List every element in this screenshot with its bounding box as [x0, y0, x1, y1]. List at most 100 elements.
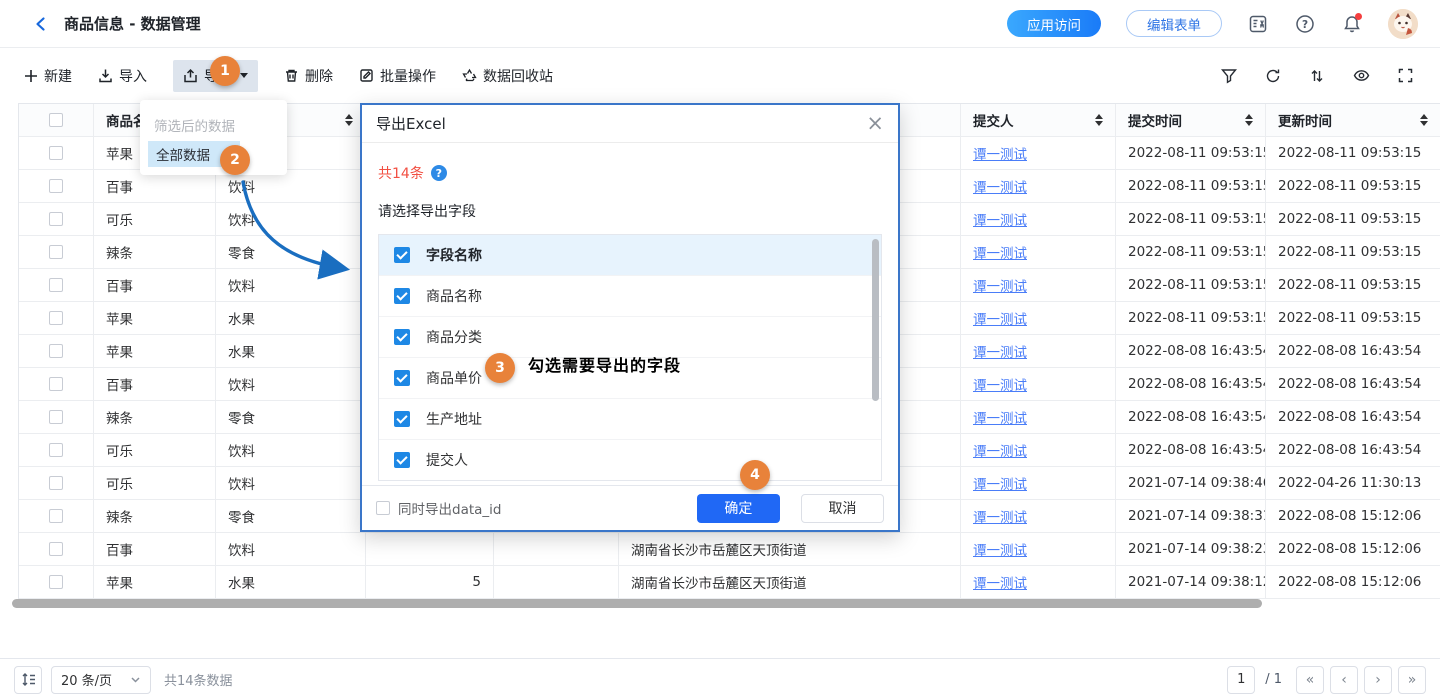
submitter-link[interactable]: 谭一测试 [973, 539, 1027, 559]
import-button[interactable]: 导入 [98, 66, 147, 86]
cancel-button[interactable]: 取消 [801, 494, 884, 523]
row-checkbox[interactable] [49, 542, 63, 556]
submitter-link[interactable]: 谭一测试 [973, 440, 1027, 460]
cell-update-time: 2022-08-08 16:43:54 [1266, 434, 1440, 467]
row-checkbox[interactable] [49, 410, 63, 424]
submitter-link[interactable]: 谭一测试 [973, 473, 1027, 493]
submitter-link[interactable]: 谭一测试 [973, 143, 1027, 163]
confirm-button[interactable]: 确定 [697, 494, 780, 523]
filter-icon[interactable] [1218, 65, 1240, 87]
cell-category: 饮料 [216, 434, 366, 467]
column-header-submitter[interactable]: 提交人 [961, 104, 1116, 137]
first-page-button[interactable]: « [1296, 666, 1324, 694]
row-checkbox[interactable] [49, 179, 63, 193]
cell-product-name: 可乐 [94, 203, 216, 236]
row-checkbox[interactable] [49, 212, 63, 226]
row-checkbox[interactable] [49, 245, 63, 259]
row-checkbox[interactable] [49, 476, 63, 490]
cell-category: 饮料 [216, 203, 366, 236]
cell-product-name: 百事 [94, 533, 216, 566]
record-count: 共14条 [378, 163, 424, 183]
app-access-button[interactable]: 应用访问 [1007, 10, 1101, 37]
export-dropdown-menu: 筛选后的数据 全部数据 [140, 100, 287, 175]
submitter-link[interactable]: 谭一测试 [973, 572, 1027, 592]
back-icon[interactable] [30, 13, 52, 35]
select-all-checkbox[interactable] [49, 113, 63, 127]
submitter-link[interactable]: 谭一测试 [973, 242, 1027, 262]
total-records-text: 共14条数据 [164, 670, 233, 689]
page-number-input[interactable]: 1 [1227, 666, 1255, 694]
export-field-row: 生产地址 [379, 399, 881, 440]
edit-form-button[interactable]: 编辑表单 [1126, 10, 1222, 37]
menu-item-filtered-data[interactable]: 筛选后的数据 [140, 108, 287, 141]
row-checkbox[interactable] [49, 509, 63, 523]
batch-actions-button[interactable]: 批量操作 [359, 66, 436, 86]
sort-updown-icon[interactable] [1420, 114, 1428, 126]
close-icon[interactable]: × [866, 113, 884, 134]
field-select-prompt: 请选择导出字段 [378, 201, 882, 221]
cell-category: 零食 [216, 500, 366, 533]
cell-submit-time: 2022-08-11 09:53:15 [1116, 269, 1266, 302]
list-scrollbar[interactable] [872, 239, 879, 401]
horizontal-scrollbar[interactable] [12, 599, 1262, 608]
fullscreen-icon[interactable] [1394, 65, 1416, 87]
submitter-link[interactable]: 谭一测试 [973, 374, 1027, 394]
avatar[interactable] [1388, 9, 1418, 39]
page-total-text: / 1 [1265, 672, 1282, 687]
visibility-eye-icon[interactable] [1350, 65, 1372, 87]
cell-category: 零食 [216, 236, 366, 269]
row-checkbox[interactable] [49, 278, 63, 292]
next-page-button[interactable]: › [1364, 666, 1392, 694]
sort-updown-icon[interactable] [345, 114, 353, 126]
field-checkbox[interactable] [394, 411, 410, 427]
field-label: 生产地址 [426, 409, 482, 429]
cell-category: 饮料 [216, 269, 366, 302]
page-size-select[interactable]: 20 条/页 [51, 666, 151, 694]
export-field-row: 字段名称 [379, 235, 881, 276]
field-checkbox[interactable] [394, 288, 410, 304]
field-checkbox[interactable] [394, 247, 410, 263]
row-checkbox[interactable] [49, 377, 63, 391]
column-header-submit-time[interactable]: 提交时间 [1116, 104, 1266, 137]
field-checkbox[interactable] [394, 452, 410, 468]
submitter-link[interactable]: 谭一测试 [973, 341, 1027, 361]
column-header-update-time[interactable]: 更新时间 [1266, 104, 1440, 137]
export-dataid-checkbox[interactable] [376, 501, 390, 515]
cell-submit-time: 2021-07-14 09:38:46 [1116, 467, 1266, 500]
submitter-link[interactable]: 谭一测试 [973, 308, 1027, 328]
submitter-link[interactable]: 谭一测试 [973, 275, 1027, 295]
field-checkbox[interactable] [394, 329, 410, 345]
field-checkbox[interactable] [394, 370, 410, 386]
notification-bell-icon[interactable] [1341, 13, 1363, 35]
submitter-link[interactable]: 谭一测试 [973, 506, 1027, 526]
row-checkbox[interactable] [49, 146, 63, 160]
sort-icon[interactable] [1306, 65, 1328, 87]
row-checkbox[interactable] [49, 443, 63, 457]
row-checkbox[interactable] [49, 311, 63, 325]
step-3-annotation-text: 勾选需要导出的字段 [528, 352, 681, 376]
refresh-icon[interactable] [1262, 65, 1284, 87]
submitter-link[interactable]: 谭一测试 [973, 209, 1027, 229]
cell-update-time: 2022-08-08 15:12:06 [1266, 533, 1440, 566]
row-checkbox[interactable] [49, 575, 63, 589]
cell-update-time: 2022-08-11 09:53:15 [1266, 269, 1440, 302]
field-label: 商品名称 [426, 286, 482, 306]
last-page-button[interactable]: » [1398, 666, 1426, 694]
row-height-button[interactable] [14, 666, 42, 694]
prev-page-button[interactable]: ‹ [1330, 666, 1358, 694]
translate-icon[interactable] [1247, 13, 1269, 35]
trash-icon [284, 68, 299, 83]
row-checkbox[interactable] [49, 344, 63, 358]
cell-address: 湖南省长沙市岳麓区天顶街道 [619, 533, 961, 566]
help-icon[interactable]: ? [1294, 13, 1316, 35]
sort-updown-icon[interactable] [1095, 114, 1103, 126]
new-button[interactable]: 新建 [24, 66, 72, 86]
sort-updown-icon[interactable] [1245, 114, 1253, 126]
submitter-link[interactable]: 谭一测试 [973, 407, 1027, 427]
count-help-icon[interactable]: ? [431, 165, 447, 181]
delete-button[interactable]: 删除 [284, 66, 333, 86]
recycle-bin-button[interactable]: 数据回收站 [462, 66, 553, 86]
cell-product-name: 苹果 [94, 302, 216, 335]
submitter-link[interactable]: 谭一测试 [973, 176, 1027, 196]
cell-update-time: 2022-08-08 16:43:54 [1266, 335, 1440, 368]
